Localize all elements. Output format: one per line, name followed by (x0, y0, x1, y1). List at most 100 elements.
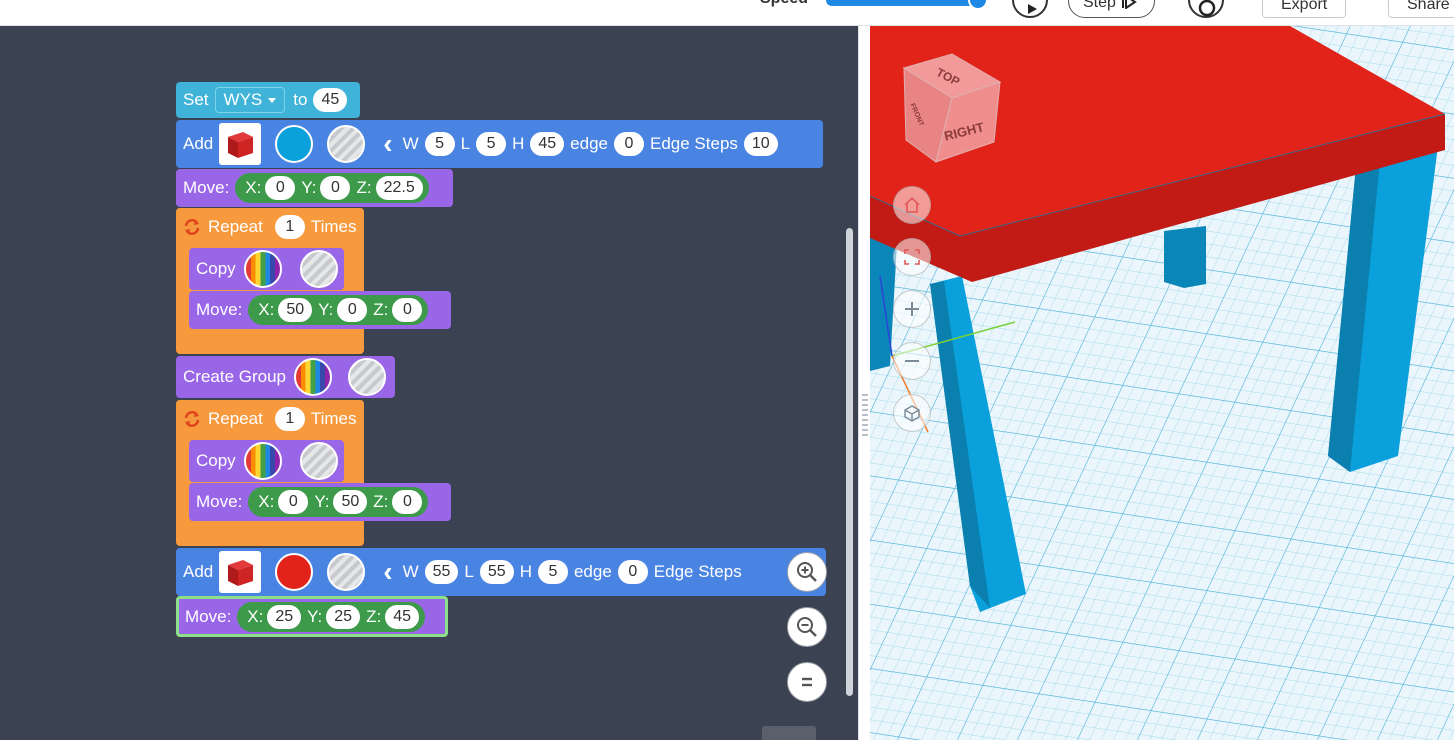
blocks-workspace[interactable]: Repeat 1 Times Repeat 1 Times Set WYS to… (0, 26, 858, 740)
export-button[interactable]: Export (1262, 0, 1347, 18)
move-label: Move: (185, 606, 232, 626)
hole-toggle[interactable] (299, 250, 338, 288)
x-field[interactable]: 50 (278, 298, 313, 322)
h-label: H (512, 134, 525, 153)
fit-to-view-icon (904, 249, 920, 265)
width-field[interactable]: 55 (424, 560, 459, 584)
zoom-out-button[interactable] (787, 607, 827, 647)
height-field[interactable]: 5 (537, 560, 568, 584)
copy-block-1[interactable]: Copy (189, 248, 344, 290)
red-box-icon[interactable] (219, 551, 262, 593)
color-swatch-red[interactable] (275, 553, 314, 591)
speed-slider[interactable] (826, 0, 986, 6)
length-field[interactable]: 5 (476, 132, 507, 156)
dropdown-arrow-icon (268, 97, 277, 103)
y-field[interactable]: 25 (326, 604, 361, 629)
trash-can-icon[interactable] (762, 726, 816, 740)
top-toolbar: Speed Step Export Share (0, 0, 1454, 26)
hole-toggle[interactable] (299, 442, 338, 480)
add-label: Add (183, 562, 214, 581)
collapse-chevron-icon[interactable]: ‹ (383, 130, 392, 158)
equals-icon (802, 677, 812, 687)
y-label: Y: (318, 300, 334, 319)
move-block-3[interactable]: Move: X: 0 Y: 50 Z: 0 (189, 483, 451, 521)
move-label: Move: (196, 300, 243, 319)
red-box-icon[interactable] (219, 123, 262, 165)
x-field[interactable]: 0 (278, 490, 309, 514)
move-block-4-selected[interactable]: Move: X: 25 Y: 25 Z: 45 (176, 596, 448, 637)
collapse-chevron-icon[interactable]: ‹ (383, 558, 392, 586)
color-swatch-multicolor[interactable] (294, 358, 332, 396)
plus-icon (905, 302, 919, 316)
zoom-in-view-button[interactable] (893, 290, 931, 328)
y-field[interactable]: 0 (320, 176, 351, 200)
share-button[interactable]: Share (1388, 0, 1454, 18)
3d-viewport[interactable]: TOP RIGHT FRONT (870, 26, 1454, 740)
length-field[interactable]: 55 (479, 560, 514, 584)
height-field[interactable]: 45 (530, 132, 565, 156)
y-label: Y: (307, 606, 323, 626)
z-field[interactable]: 45 (385, 604, 419, 629)
play-button[interactable] (1012, 0, 1048, 18)
step-icon (1122, 0, 1138, 10)
edge-field[interactable]: 0 (617, 560, 648, 584)
x-label: X: (258, 492, 275, 511)
z-field[interactable]: 0 (392, 490, 423, 514)
copy-label: Copy (196, 451, 236, 470)
variable-dropdown[interactable]: WYS (214, 87, 286, 113)
edge-field[interactable]: 0 (614, 132, 644, 156)
zoom-out-view-button[interactable] (893, 342, 931, 380)
workspace-scrollbar[interactable] (846, 228, 853, 696)
repeat-count-field[interactable]: 1 (274, 407, 305, 431)
repeat-block-2[interactable]: Repeat 1 Times (176, 400, 364, 438)
times-label: Times (310, 217, 357, 236)
copy-block-2[interactable]: Copy (189, 440, 344, 482)
y-field[interactable]: 50 (333, 490, 368, 514)
create-group-block[interactable]: Create Group (176, 356, 395, 398)
view-cube[interactable]: TOP RIGHT FRONT (900, 52, 1004, 164)
perspective-toggle-button[interactable] (893, 394, 931, 432)
hole-toggle[interactable] (348, 358, 386, 396)
xyz-group: X: 25 Y: 25 Z: 45 (237, 601, 425, 632)
x-field[interactable]: 0 (265, 176, 296, 200)
edge-steps-field[interactable]: 10 (743, 132, 778, 156)
color-swatch-blue[interactable] (275, 125, 314, 163)
speed-slider-thumb[interactable] (968, 0, 988, 10)
xyz-group: X: 0 Y: 50 Z: 0 (248, 487, 429, 517)
copy-label: Copy (196, 259, 236, 278)
edge-steps-label: Edge Steps (650, 134, 738, 153)
set-variable-block[interactable]: Set WYS to 45 (176, 82, 360, 118)
zoom-out-icon (797, 617, 817, 637)
width-field[interactable]: 5 (424, 132, 455, 156)
z-field[interactable]: 22.5 (375, 176, 423, 200)
set-value-field[interactable]: 45 (313, 88, 348, 112)
home-view-button[interactable] (893, 186, 931, 224)
reset-icon (1198, 0, 1216, 17)
reset-button[interactable] (1188, 0, 1224, 18)
repeat-count-field[interactable]: 1 (274, 215, 305, 239)
x-field[interactable]: 25 (267, 604, 302, 629)
color-swatch-multicolor[interactable] (243, 442, 282, 480)
step-button[interactable]: Step (1068, 0, 1156, 18)
hole-toggle[interactable] (327, 553, 366, 591)
xyz-group: X: 0 Y: 0 Z: 22.5 (235, 173, 429, 203)
drag-handle-icon[interactable] (862, 394, 868, 438)
zoom-in-button[interactable] (787, 552, 827, 592)
z-label: Z: (366, 606, 382, 626)
y-field[interactable]: 0 (337, 298, 368, 322)
add-shape-block-2[interactable]: Add ‹ W 55 L 55 H 5 edge 0 Edge Steps (176, 548, 826, 596)
zoom-reset-button[interactable] (787, 662, 827, 702)
move-block-1[interactable]: Move: X: 0 Y: 0 Z: 22.5 (176, 169, 453, 207)
move-block-2[interactable]: Move: X: 50 Y: 0 Z: 0 (189, 291, 451, 329)
add-label: Add (183, 134, 214, 153)
color-swatch-multicolor[interactable] (243, 250, 282, 288)
z-label: Z: (373, 492, 389, 511)
set-label: Set (183, 90, 209, 109)
fit-view-button[interactable] (893, 238, 931, 276)
edge-steps-label: Edge Steps (653, 562, 742, 581)
hole-toggle[interactable] (327, 125, 366, 163)
z-field[interactable]: 0 (392, 298, 423, 322)
panel-splitter[interactable] (858, 26, 870, 740)
add-shape-block-1[interactable]: Add ‹ W 5 L 5 H 45 edge 0 Edge Steps 10 (176, 120, 823, 168)
repeat-block-1[interactable]: Repeat 1 Times (176, 208, 364, 246)
